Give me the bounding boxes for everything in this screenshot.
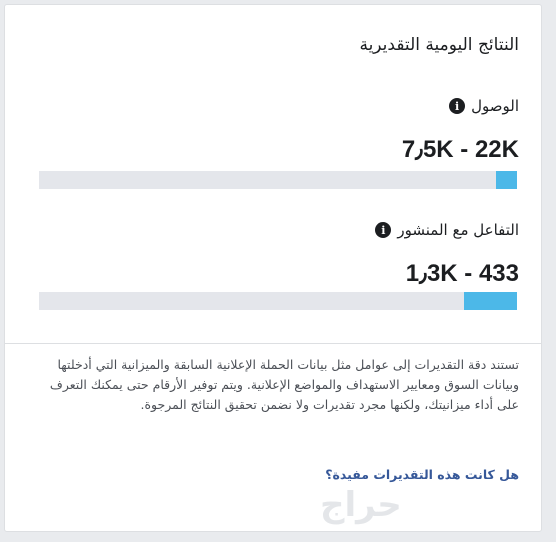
reach-bar	[39, 171, 517, 189]
engagement-label-row: التفاعل مع المنشور i	[375, 221, 519, 239]
watermark-logo: حراج	[320, 485, 402, 525]
reach-value: 7٫5K - 22K	[401, 136, 519, 163]
reach-label-row: الوصول i	[449, 97, 519, 115]
engagement-bar	[39, 292, 517, 310]
engagement-value: 1٫3K - 433	[405, 260, 519, 287]
estimated-daily-results-card: النتائج اليومية التقديرية الوصول i 7٫5K …	[4, 4, 542, 532]
engagement-bar-fill	[464, 292, 517, 310]
card-title: النتائج اليومية التقديرية	[359, 35, 519, 55]
info-icon[interactable]: i	[375, 222, 392, 238]
section-divider	[5, 343, 541, 344]
estimate-disclaimer: تستند دقة التقديرات إلى عوامل مثل بيانات…	[49, 357, 519, 412]
info-icon[interactable]: i	[449, 98, 466, 114]
reach-bar-fill	[495, 171, 517, 189]
feedback-link[interactable]: هل كانت هذه التقديرات مفيدة؟	[325, 467, 519, 482]
reach-label: الوصول	[471, 97, 519, 115]
engagement-label: التفاعل مع المنشور	[397, 221, 519, 239]
